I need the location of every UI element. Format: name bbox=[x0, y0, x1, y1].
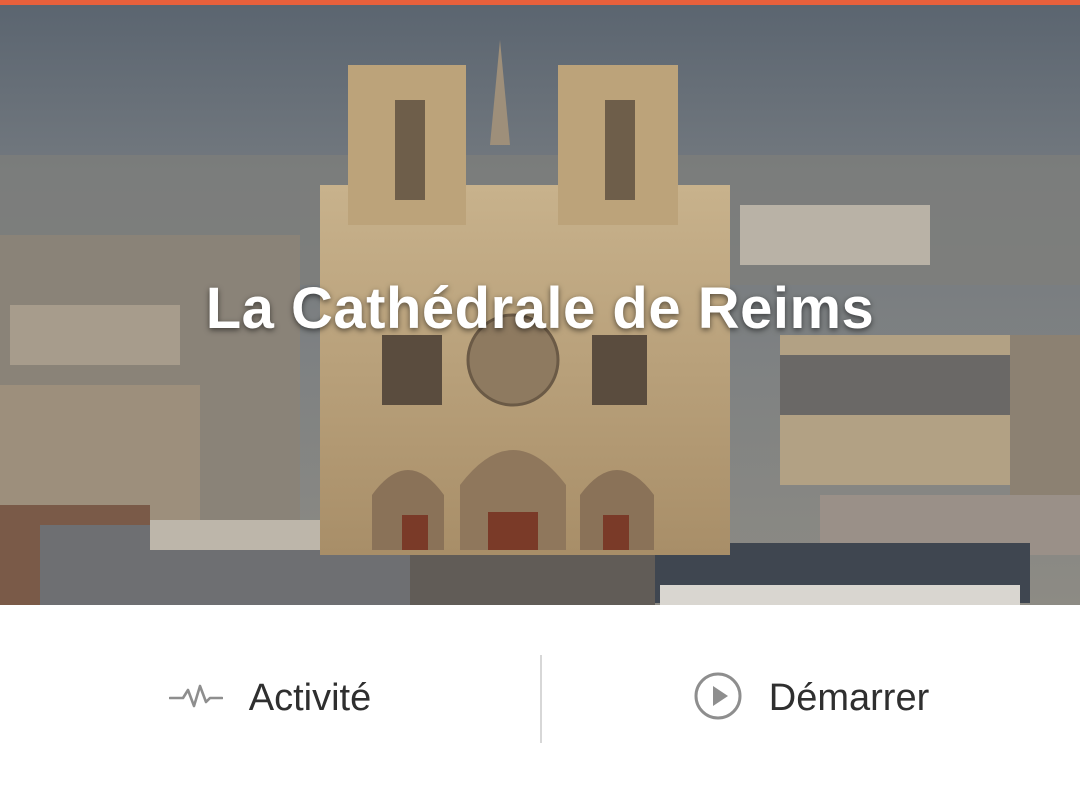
activity-pulse-icon bbox=[168, 682, 224, 715]
start-button[interactable]: Démarrer bbox=[542, 605, 1080, 792]
activity-label: Activité bbox=[248, 677, 372, 719]
page-title: La Cathédrale de Reims bbox=[205, 276, 875, 341]
start-label: Démarrer bbox=[768, 677, 930, 719]
activity-button[interactable]: Activité bbox=[0, 605, 540, 792]
action-bar: Activité Démarrer bbox=[0, 605, 1080, 792]
play-circle-icon bbox=[693, 671, 743, 726]
hero-image: La Cathédrale de Reims bbox=[0, 5, 1080, 605]
